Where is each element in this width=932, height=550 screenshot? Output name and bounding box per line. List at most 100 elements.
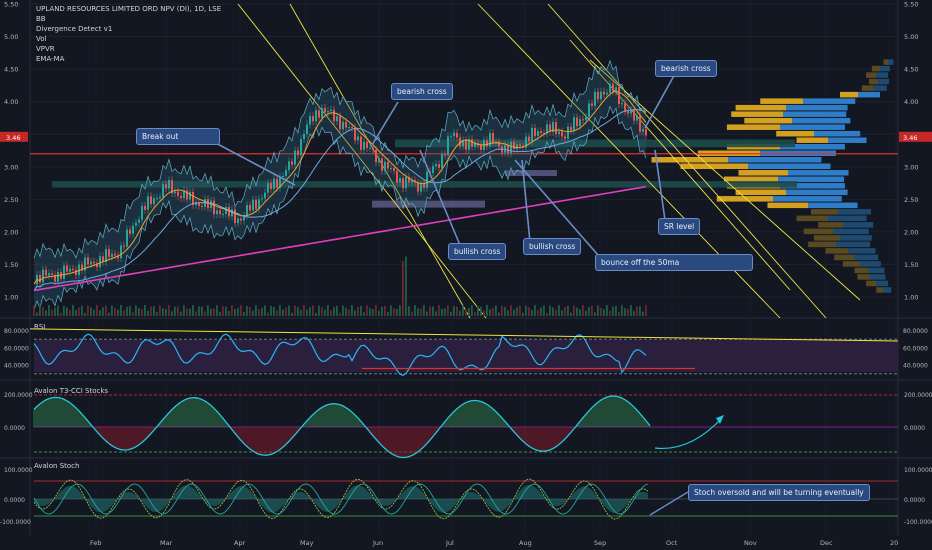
volume-bar <box>402 261 404 316</box>
indicator-vol[interactable]: Vol <box>36 34 221 44</box>
volume-bar <box>333 307 335 316</box>
candle-body <box>72 268 74 271</box>
candle-body <box>639 115 641 132</box>
candle-body <box>282 176 284 178</box>
volume-bar <box>300 310 302 316</box>
candle-body <box>207 199 209 209</box>
candle-body <box>354 127 356 141</box>
volume-bar <box>627 308 629 316</box>
candle-body <box>87 257 89 265</box>
vpvr-bar-down <box>825 248 848 254</box>
candle-body <box>162 184 164 197</box>
note-break-out[interactable]: Break out <box>136 128 220 145</box>
t3-tick-left-0: 0.0000 <box>4 425 25 432</box>
candle-body <box>261 198 263 200</box>
candle-body <box>309 116 311 125</box>
vpvr-bar-up <box>788 170 849 176</box>
candle-body <box>135 222 137 226</box>
candle-body <box>645 128 647 136</box>
volume-bar <box>330 310 332 316</box>
volume-bar <box>108 312 110 316</box>
candle-body <box>123 245 125 247</box>
candle-body <box>393 168 395 171</box>
vpvr-bar-up <box>876 72 889 78</box>
note-bullish-cross-2[interactable]: bullish cross <box>523 238 582 255</box>
candle-body <box>333 109 335 122</box>
note-bullish-cross-1[interactable]: bullish cross <box>448 243 507 260</box>
vpvr-bar-down <box>866 72 876 78</box>
candle-body <box>63 265 65 279</box>
note-sr-level[interactable]: SR level <box>658 218 701 235</box>
price-tick-left: 1.50 <box>4 261 18 269</box>
candle-body <box>441 154 443 168</box>
stoch-tick-right-neg: -100.0000 <box>904 519 932 526</box>
vpvr-bar-down <box>767 202 808 209</box>
candle-body <box>513 141 515 150</box>
volume-bar <box>459 310 461 316</box>
vpvr-bar-down <box>842 261 860 267</box>
stoch-tick-right-0: 0.0000 <box>904 497 925 504</box>
vpvr-bar-up <box>814 130 861 137</box>
note-bearish-cross-1[interactable]: bearish cross <box>391 83 453 100</box>
volume-bar <box>375 305 377 316</box>
indicator-ema-ma[interactable]: EMA-MA <box>36 54 221 64</box>
rsi-tick-left: 80.0000 <box>4 328 29 335</box>
vpvr-bar-down <box>731 111 783 117</box>
vpvr-bar-down <box>866 280 876 287</box>
volume-bar <box>51 309 53 316</box>
candle-body <box>594 91 596 106</box>
rsi-tick-left: 60.0000 <box>4 345 29 352</box>
indicator-vpvr[interactable]: VPVR <box>36 44 221 54</box>
vpvr-bar-up <box>780 124 845 130</box>
volume-bar <box>381 306 383 316</box>
vpvr-bar-up <box>792 117 851 124</box>
volume-bar <box>312 305 314 316</box>
volume-bar <box>270 305 272 316</box>
volume-bar <box>624 308 626 316</box>
volume-bar <box>480 306 482 316</box>
time-tick: Sep <box>594 539 606 547</box>
rsi-tick-left: 40.0000 <box>4 363 29 370</box>
note-stoch[interactable]: Stoch oversold and will be turning event… <box>688 484 870 501</box>
volume-bar <box>588 306 590 316</box>
volume-bar <box>519 305 521 316</box>
candle-body <box>612 83 614 92</box>
price-tick-left: 2.00 <box>4 228 18 236</box>
volume-bar <box>468 308 470 316</box>
candle-body <box>417 182 419 192</box>
candle-body <box>270 183 272 189</box>
vpvr-bar-down <box>813 235 840 241</box>
candle-body <box>381 158 383 171</box>
volume-bar <box>594 312 596 316</box>
volume-bar <box>147 310 149 316</box>
note-bearish-cross-2[interactable]: bearish cross <box>655 60 717 77</box>
vpvr-bar-up <box>878 78 889 85</box>
candle-body <box>168 180 170 189</box>
rsi-tick-right: 60.0000 <box>903 345 928 352</box>
candle-body <box>498 141 500 147</box>
volume-bar <box>156 311 158 316</box>
vpvr-bar-down <box>738 170 788 176</box>
stoch-tick-left-0: 0.0000 <box>4 497 25 504</box>
indicator-divergence[interactable]: Divergence Detect v1 <box>36 24 221 34</box>
volume-bar <box>618 311 620 316</box>
volume-bar <box>39 305 41 316</box>
volume-bar <box>111 305 113 316</box>
indicator-bb[interactable]: BB <box>36 14 221 24</box>
candle-body <box>534 127 536 137</box>
volume-bar <box>405 256 407 316</box>
candle-body <box>510 141 512 154</box>
time-tick: Nov <box>744 539 757 547</box>
candle-body <box>78 264 80 276</box>
candle-body <box>132 225 134 234</box>
volume-bar <box>540 307 542 316</box>
time-tick: Jul <box>445 539 454 547</box>
volume-bar <box>516 307 518 316</box>
volume-bar <box>441 308 443 316</box>
candle-body <box>492 133 494 143</box>
volume-bar <box>201 306 203 316</box>
candle-body <box>432 166 434 173</box>
candle-body <box>531 127 533 142</box>
volume-bar <box>474 312 476 316</box>
note-bounce-50ma[interactable]: bounce off the 50ma <box>595 254 753 271</box>
